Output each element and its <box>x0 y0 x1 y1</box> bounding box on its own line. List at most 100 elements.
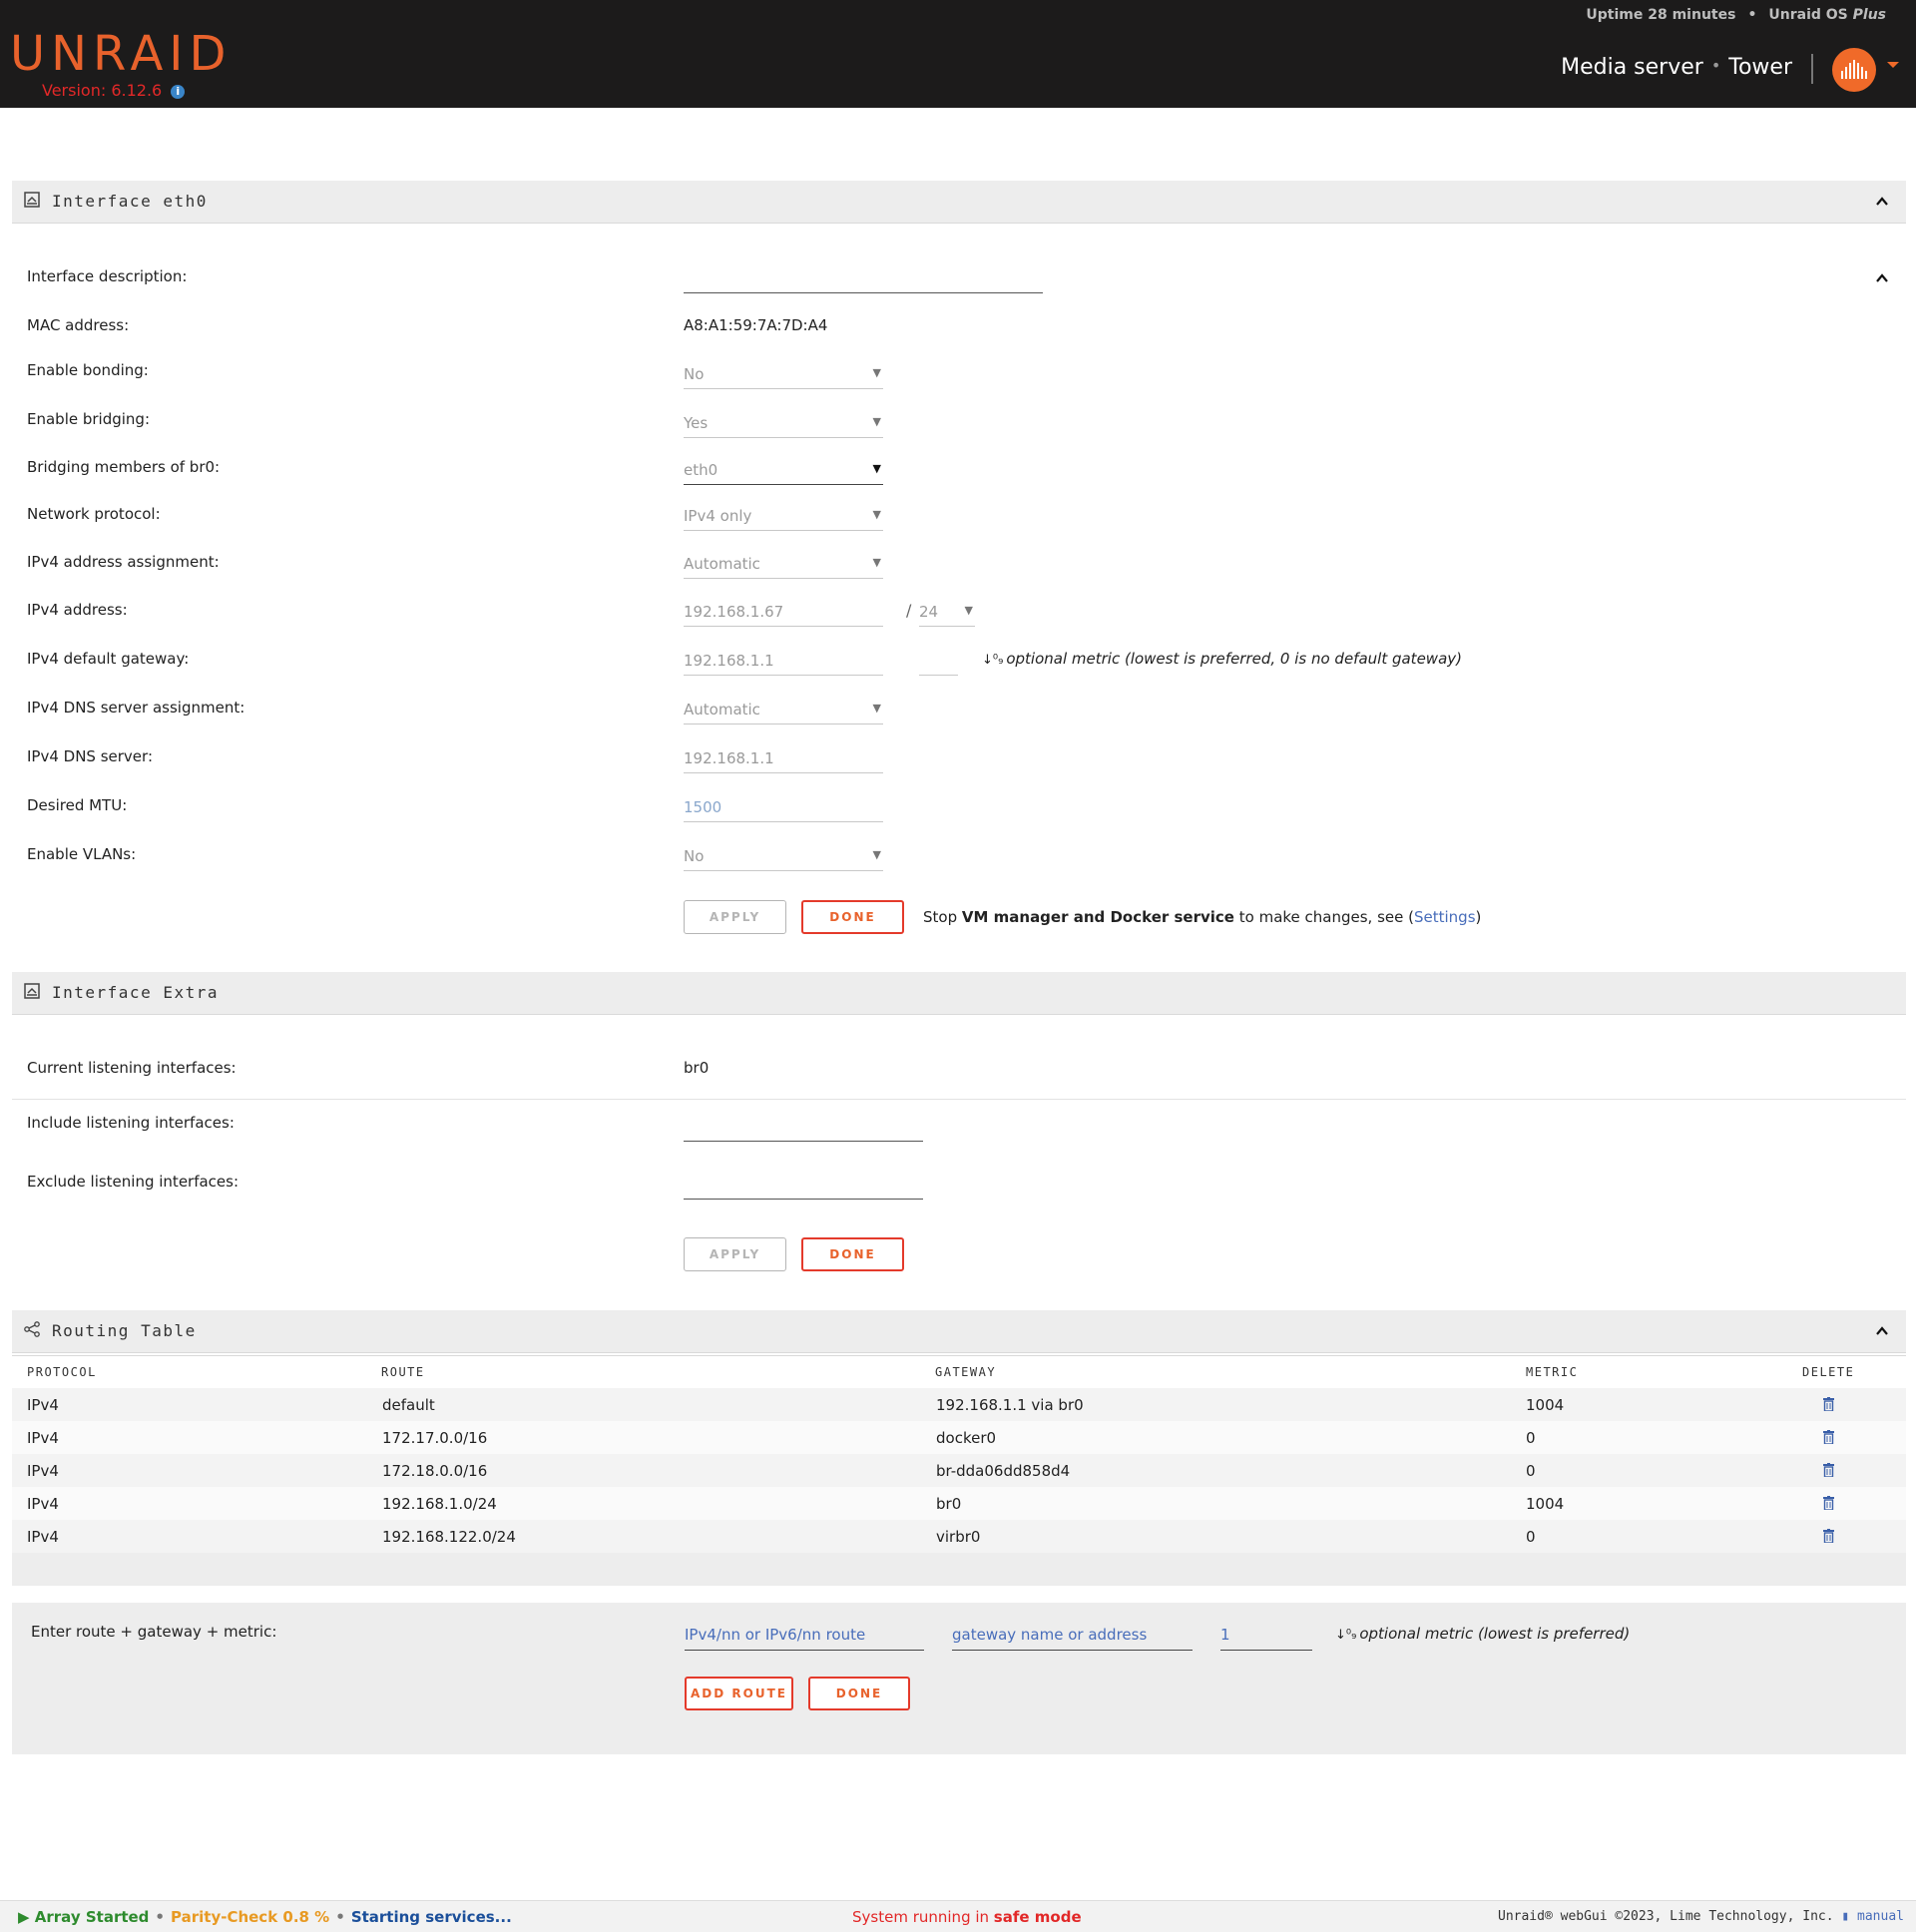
manual-link[interactable]: manual <box>1857 1909 1904 1924</box>
safe-mode-notice: System running in safe mode <box>852 1908 1082 1926</box>
version-text: Version: 6.12.6 <box>42 81 163 100</box>
trash-icon[interactable] <box>1823 1397 1834 1411</box>
chevron-up-icon[interactable] <box>1876 272 1888 284</box>
status-footer: ▶ Array Started • Parity-Check 0.8 % • Start… <box>0 1900 1916 1932</box>
gateway-hint-text: optional metric (lowest is preferred, 0 … <box>1006 650 1462 668</box>
footer-copyright: Unraid® webGui ©2023, Lime Technology, I… <box>1498 1909 1904 1924</box>
cell-protocol: IPv4 <box>27 1429 59 1447</box>
divider <box>12 1099 1906 1100</box>
gateway-metric-input[interactable] <box>919 646 958 676</box>
table-row: IPv4 192.168.1.0/24 br0 1004 <box>12 1487 1906 1520</box>
section-title: Interface eth0 <box>52 192 208 211</box>
netmask-value: 24 <box>919 603 939 621</box>
dropdown-arrow-icon: ▼ <box>872 366 881 379</box>
protocol-label: Network protocol: <box>27 505 161 523</box>
book-icon: ▮ <box>1841 1909 1850 1924</box>
netmask-select[interactable]: 24 ▼ <box>919 597 975 627</box>
column-header-protocol: PROTOCOL <box>27 1365 97 1379</box>
bonding-label: Enable bonding: <box>27 361 149 379</box>
done-button[interactable]: DONE <box>808 1677 910 1710</box>
ipv4-gateway-input[interactable]: 192.168.1.1 <box>684 646 883 676</box>
dns-assign-label: IPv4 DNS server assignment: <box>27 699 245 717</box>
notice-text: to make changes, see ( <box>1233 908 1414 926</box>
include-listening-input[interactable] <box>684 1112 923 1142</box>
cell-gateway: br-dda06dd858d4 <box>936 1462 1071 1480</box>
os-edition: Plus <box>1852 7 1886 23</box>
interface-extra-titlebar: Interface Extra <box>12 972 1906 1015</box>
dns-assign-select[interactable]: Automatic ▼ <box>684 695 883 724</box>
ipv4-address-value: 192.168.1.67 <box>684 603 784 621</box>
route-placeholder: IPv4/nn or IPv6/nn route <box>685 1626 866 1644</box>
bonding-select[interactable]: No ▼ <box>684 359 883 389</box>
done-button[interactable]: DONE <box>801 900 904 934</box>
ipv4-address-label: IPv4 address: <box>27 601 128 619</box>
add-route-button[interactable]: ADD ROUTE <box>685 1677 793 1710</box>
ipv4-address-input[interactable]: 192.168.1.67 <box>684 597 883 627</box>
safe-mode-bold: safe mode <box>993 1908 1082 1926</box>
description-label: Interface description: <box>27 267 188 285</box>
settings-link[interactable]: Settings <box>1414 908 1476 926</box>
mtu-placeholder: 1500 <box>684 798 722 816</box>
sort-icon: ↓⁰₉ <box>982 653 1004 668</box>
apply-button[interactable]: APPLY <box>684 1237 786 1271</box>
unraid-logo[interactable]: UNRAID <box>10 26 232 82</box>
trash-icon[interactable] <box>1823 1496 1834 1510</box>
services-status: Starting services... <box>350 1908 512 1926</box>
dropdown-arrow-icon: ▼ <box>872 415 881 428</box>
bridge-members-select[interactable]: eth0 ▼ <box>684 455 883 485</box>
metric-value: 1 <box>1220 1626 1230 1644</box>
gateway-input[interactable]: gateway name or address <box>952 1617 1193 1651</box>
routing-table-footer <box>12 1553 1906 1586</box>
share-icon <box>24 1321 40 1337</box>
trash-icon[interactable] <box>1823 1463 1834 1477</box>
trash-icon[interactable] <box>1823 1529 1834 1543</box>
stop-services-notice: Stop VM manager and Docker service to ma… <box>923 908 1481 926</box>
caret-down-icon[interactable] <box>1887 62 1899 68</box>
done-button[interactable]: DONE <box>801 1237 904 1271</box>
description-input[interactable] <box>684 263 1043 293</box>
cell-route: 192.168.122.0/24 <box>382 1528 516 1546</box>
dropdown-arrow-icon: ▼ <box>872 508 881 521</box>
uptime-text: Uptime 28 minutes <box>1586 7 1736 23</box>
parity-status[interactable]: Parity-Check 0.8 % <box>171 1908 329 1926</box>
bridging-select[interactable]: Yes ▼ <box>684 408 883 438</box>
trash-icon[interactable] <box>1823 1430 1834 1444</box>
route-input[interactable]: IPv4/nn or IPv6/nn route <box>685 1617 924 1651</box>
gateway-metric-hint: ↓⁰₉ optional metric (lowest is preferred,… <box>982 650 1462 668</box>
vlans-select[interactable]: No ▼ <box>684 841 883 871</box>
cell-route: 172.17.0.0/16 <box>382 1429 488 1447</box>
os-name: Unraid OS <box>1768 7 1848 23</box>
apply-button[interactable]: APPLY <box>684 900 786 934</box>
uptime-bar: Uptime 28 minutes • Unraid OS Plus <box>1586 7 1886 23</box>
ipv4-assign-value: Automatic <box>684 555 760 573</box>
exclude-listening-input[interactable] <box>684 1170 923 1200</box>
chevron-up-icon[interactable] <box>1876 1325 1888 1337</box>
array-status: Array Started <box>34 1908 150 1926</box>
dns-server-input[interactable]: 192.168.1.1 <box>684 743 883 773</box>
cell-gateway: 192.168.1.1 via br0 <box>936 1396 1084 1414</box>
table-row: IPv4 172.18.0.0/16 br-dda06dd858d4 0 <box>12 1454 1906 1487</box>
server-name: Tower <box>1728 55 1792 80</box>
mtu-label: Desired MTU: <box>27 796 128 814</box>
cell-metric: 0 <box>1526 1528 1536 1546</box>
routing-table-titlebar: Routing Table <box>12 1310 1906 1353</box>
cell-protocol: IPv4 <box>27 1528 59 1546</box>
section-title: Routing Table <box>52 1321 197 1340</box>
routing-table-header: PROTOCOL ROUTE GATEWAY METRIC DELETE <box>12 1355 1906 1388</box>
netmask-separator: / <box>906 601 912 620</box>
notice-text: ) <box>1475 908 1482 926</box>
network-icon <box>24 983 40 999</box>
mtu-input[interactable]: 1500 <box>684 792 883 822</box>
cell-metric: 0 <box>1526 1462 1536 1480</box>
cell-gateway: br0 <box>936 1495 962 1513</box>
server-identity: Media server • Tower <box>1561 55 1792 80</box>
metric-input[interactable]: 1 <box>1220 1617 1312 1651</box>
info-icon[interactable]: i <box>171 85 186 99</box>
protocol-select[interactable]: IPv4 only ▼ <box>684 501 883 531</box>
footer-status: ▶ Array Started • Parity-Check 0.8 % • Start… <box>18 1908 512 1926</box>
bridge-members-value: eth0 <box>684 461 718 479</box>
column-header-gateway: GATEWAY <box>935 1365 997 1379</box>
ipv4-assign-select[interactable]: Automatic ▼ <box>684 549 883 579</box>
chevron-up-icon[interactable] <box>1876 196 1888 208</box>
play-icon: ▶ <box>18 1908 30 1926</box>
